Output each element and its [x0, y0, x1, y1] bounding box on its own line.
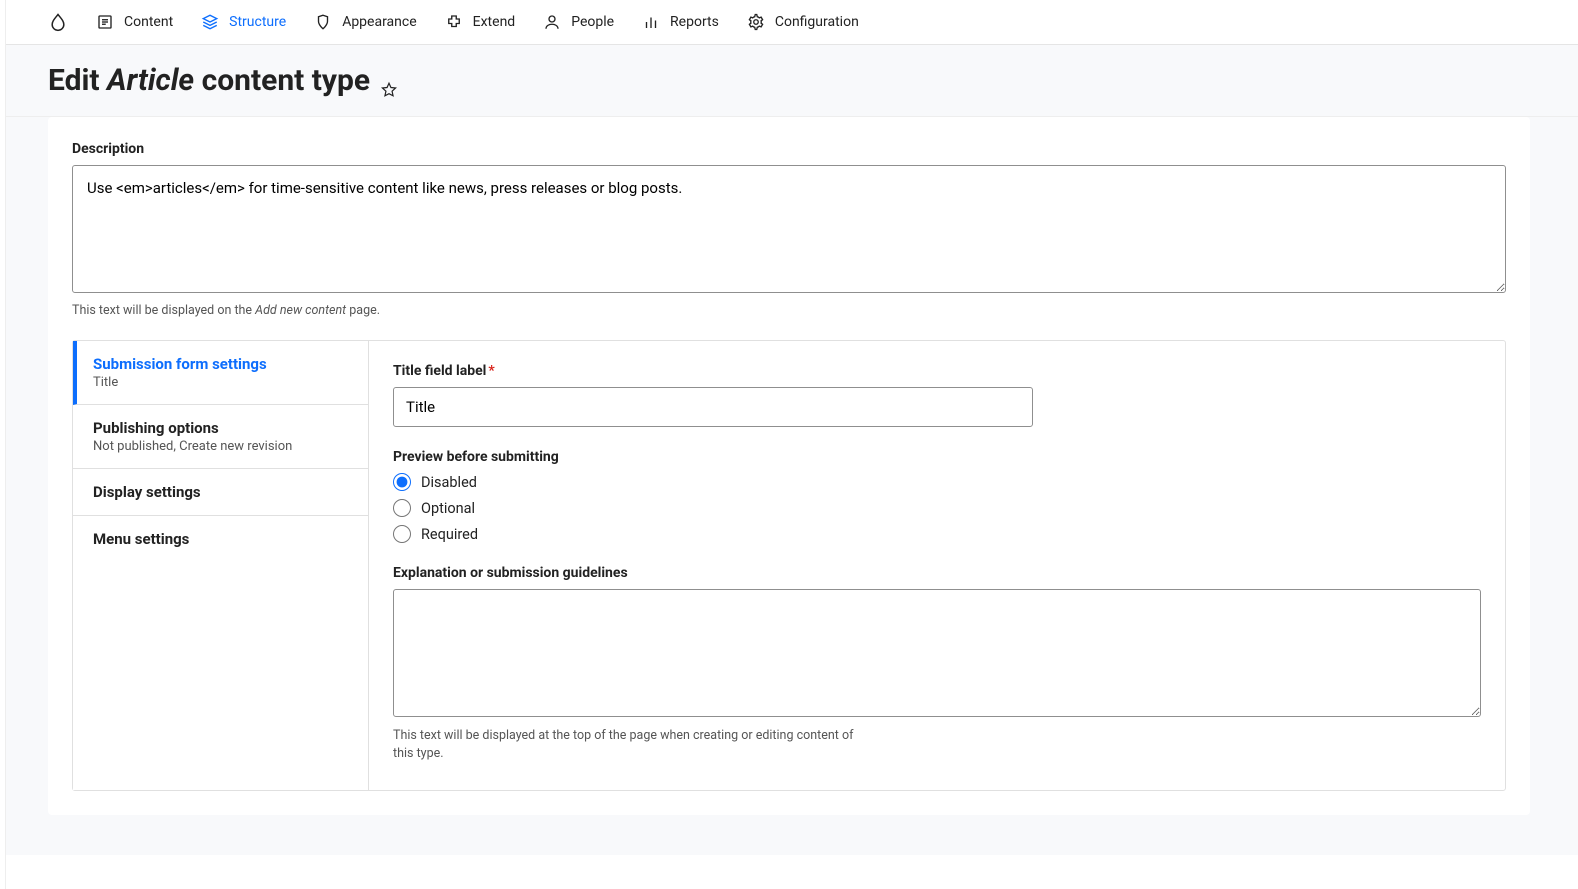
toolbar-item-people[interactable]: People: [543, 13, 614, 31]
title-field-label: Title field label*: [393, 363, 1481, 379]
vertical-tabs: Submission form settings Title Publishin…: [72, 340, 1506, 791]
guidelines-help: This text will be displayed at the top o…: [393, 727, 863, 762]
star-outline-icon[interactable]: [380, 72, 398, 90]
toolbar-label: Content: [124, 14, 173, 30]
preview-radio-group: Disabled Optional Required: [393, 473, 1481, 543]
drupal-logo-icon[interactable]: [48, 12, 68, 32]
guidelines-textarea[interactable]: [393, 589, 1481, 717]
toolbar-item-extend[interactable]: Extend: [445, 13, 516, 31]
vtab-submission-form-settings[interactable]: Submission form settings Title: [73, 341, 368, 405]
content-type-form-card: Description This text will be displayed …: [48, 117, 1530, 815]
preview-option-disabled[interactable]: Disabled: [393, 473, 1481, 491]
preview-radio-optional[interactable]: [393, 499, 411, 517]
vertical-tabs-nav: Submission form settings Title Publishin…: [73, 341, 369, 790]
toolbar-item-reports[interactable]: Reports: [642, 13, 719, 31]
toolbar-label: Extend: [473, 14, 516, 30]
preview-option-required[interactable]: Required: [393, 525, 1481, 543]
description-help: This text will be displayed on the Add n…: [72, 303, 1506, 318]
toolbar-item-configuration[interactable]: Configuration: [747, 13, 859, 31]
description-label: Description: [72, 141, 1506, 157]
admin-toolbar: Content Structure Appearance Extend: [0, 0, 1578, 45]
toolbar-label: Structure: [229, 14, 286, 30]
toolbar-label: Reports: [670, 14, 719, 30]
preview-legend: Preview before submitting: [393, 449, 1481, 465]
guidelines-label: Explanation or submission guidelines: [393, 565, 1481, 581]
toolbar-item-structure[interactable]: Structure: [201, 13, 286, 31]
description-textarea[interactable]: [72, 165, 1506, 293]
extend-icon: [445, 13, 463, 31]
left-rail: [0, 0, 6, 889]
vertical-tabs-content: Title field label* Preview before submit…: [369, 341, 1505, 790]
people-icon: [543, 13, 561, 31]
appearance-icon: [314, 13, 332, 31]
vtab-publishing-options[interactable]: Publishing options Not published, Create…: [73, 405, 368, 469]
preview-radio-required[interactable]: [393, 525, 411, 543]
toolbar-label: Appearance: [342, 14, 416, 30]
structure-icon: [201, 13, 219, 31]
toolbar-label: People: [571, 14, 614, 30]
reports-icon: [642, 13, 660, 31]
page-header: Edit Article content type: [0, 45, 1578, 117]
preview-option-optional[interactable]: Optional: [393, 499, 1481, 517]
toolbar-item-content[interactable]: Content: [96, 13, 173, 31]
toolbar-item-appearance[interactable]: Appearance: [314, 13, 416, 31]
content-icon: [96, 13, 114, 31]
vtab-display-settings[interactable]: Display settings: [73, 469, 368, 516]
gear-icon: [747, 13, 765, 31]
toolbar-label: Configuration: [775, 14, 859, 30]
page-title: Edit Article content type: [48, 63, 1530, 98]
title-field-input[interactable]: [393, 387, 1033, 427]
vtab-menu-settings[interactable]: Menu settings: [73, 516, 368, 562]
preview-radio-disabled[interactable]: [393, 473, 411, 491]
